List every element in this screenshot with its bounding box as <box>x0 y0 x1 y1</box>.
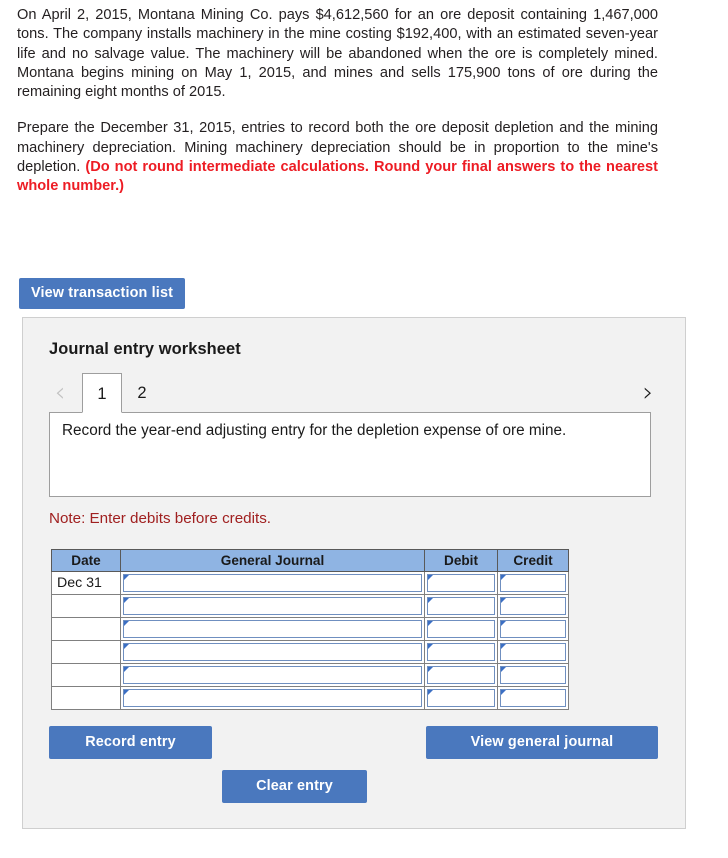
cell-general-journal[interactable] <box>120 640 425 664</box>
table-row <box>51 686 569 710</box>
debit-input-1[interactable] <box>427 574 495 592</box>
table-row <box>51 640 569 664</box>
cell-date <box>51 594 121 618</box>
date-value-2 <box>52 595 120 617</box>
cell-general-journal[interactable] <box>120 663 425 687</box>
debit-input-3[interactable] <box>427 620 495 638</box>
debit-input-5[interactable] <box>427 666 495 684</box>
cell-general-journal[interactable] <box>120 617 425 641</box>
date-value-5 <box>52 664 120 686</box>
cell-debit[interactable] <box>424 686 498 710</box>
chevron-left-icon[interactable]: ‹ <box>49 376 71 410</box>
chevron-right-icon[interactable]: › <box>637 376 659 410</box>
cell-date <box>51 686 121 710</box>
view-transaction-list-button[interactable]: View transaction list <box>19 278 186 310</box>
cell-general-journal[interactable] <box>120 686 425 710</box>
tab-1[interactable]: 1 <box>82 373 122 413</box>
instruction-box: Record the year-end adjusting entry for … <box>49 412 651 497</box>
credit-input-6[interactable] <box>500 689 566 707</box>
date-value-4 <box>52 641 120 663</box>
cell-date: Dec 31 <box>51 571 121 595</box>
credit-input-3[interactable] <box>500 620 566 638</box>
view-general-journal-button[interactable]: View general journal <box>426 726 658 760</box>
clear-entry-button[interactable]: Clear entry <box>222 770 367 804</box>
problem-paragraph-2-emphasis: (Do not round intermediate calculations.… <box>17 159 658 195</box>
table-header-row: Date General Journal Debit Credit <box>51 549 569 572</box>
debit-input-2[interactable] <box>427 597 495 615</box>
cell-credit[interactable] <box>497 640 569 664</box>
cell-debit[interactable] <box>424 617 498 641</box>
problem-statement: On April 2, 2015, Montana Mining Co. pay… <box>17 6 658 197</box>
column-header-date: Date <box>51 549 121 572</box>
general-journal-table: Date General Journal Debit Credit Dec 31 <box>51 549 569 710</box>
cell-credit[interactable] <box>497 686 569 710</box>
debit-input-6[interactable] <box>427 689 495 707</box>
problem-paragraph-1: On April 2, 2015, Montana Mining Co. pay… <box>17 7 658 101</box>
general-journal-input-5[interactable] <box>123 666 422 684</box>
worksheet-tabs: 1 2 <box>82 373 162 413</box>
table-row <box>51 663 569 687</box>
cell-credit[interactable] <box>497 594 569 618</box>
worksheet-tabstrip: ‹ 1 2 › <box>49 373 659 413</box>
cell-debit[interactable] <box>424 571 498 595</box>
credit-input-4[interactable] <box>500 643 566 661</box>
credit-input-2[interactable] <box>500 597 566 615</box>
worksheet-title: Journal entry worksheet <box>49 340 241 358</box>
journal-entry-worksheet-panel: Journal entry worksheet ‹ 1 2 › Record t… <box>22 317 686 829</box>
column-header-credit: Credit <box>497 549 569 572</box>
tab-2[interactable]: 2 <box>122 373 162 413</box>
general-journal-input-4[interactable] <box>123 643 422 661</box>
general-journal-input-2[interactable] <box>123 597 422 615</box>
cell-debit[interactable] <box>424 594 498 618</box>
general-journal-input-6[interactable] <box>123 689 422 707</box>
instruction-text: Record the year-end adjusting entry for … <box>62 422 567 439</box>
record-entry-button[interactable]: Record entry <box>49 726 212 760</box>
cell-debit[interactable] <box>424 640 498 664</box>
cell-general-journal[interactable] <box>120 571 425 595</box>
general-journal-input-1[interactable] <box>123 574 422 592</box>
table-row <box>51 617 569 641</box>
table-row <box>51 594 569 618</box>
cell-date <box>51 663 121 687</box>
cell-debit[interactable] <box>424 663 498 687</box>
cell-credit[interactable] <box>497 617 569 641</box>
debits-before-credits-note: Note: Enter debits before credits. <box>49 510 272 527</box>
credit-input-5[interactable] <box>500 666 566 684</box>
date-value-1: Dec 31 <box>57 575 102 591</box>
cell-general-journal[interactable] <box>120 594 425 618</box>
date-value-3 <box>52 618 120 640</box>
table-row: Dec 31 <box>51 571 569 595</box>
cell-date <box>51 640 121 664</box>
general-journal-input-3[interactable] <box>123 620 422 638</box>
debit-input-4[interactable] <box>427 643 495 661</box>
date-value-6 <box>52 687 120 709</box>
column-header-debit: Debit <box>424 549 498 572</box>
cell-credit[interactable] <box>497 663 569 687</box>
cell-date <box>51 617 121 641</box>
column-header-general-journal: General Journal <box>120 549 425 572</box>
problem-paragraph-2: Prepare the December 31, 2015, entries t… <box>17 119 658 196</box>
cell-credit[interactable] <box>497 571 569 595</box>
credit-input-1[interactable] <box>500 574 566 592</box>
